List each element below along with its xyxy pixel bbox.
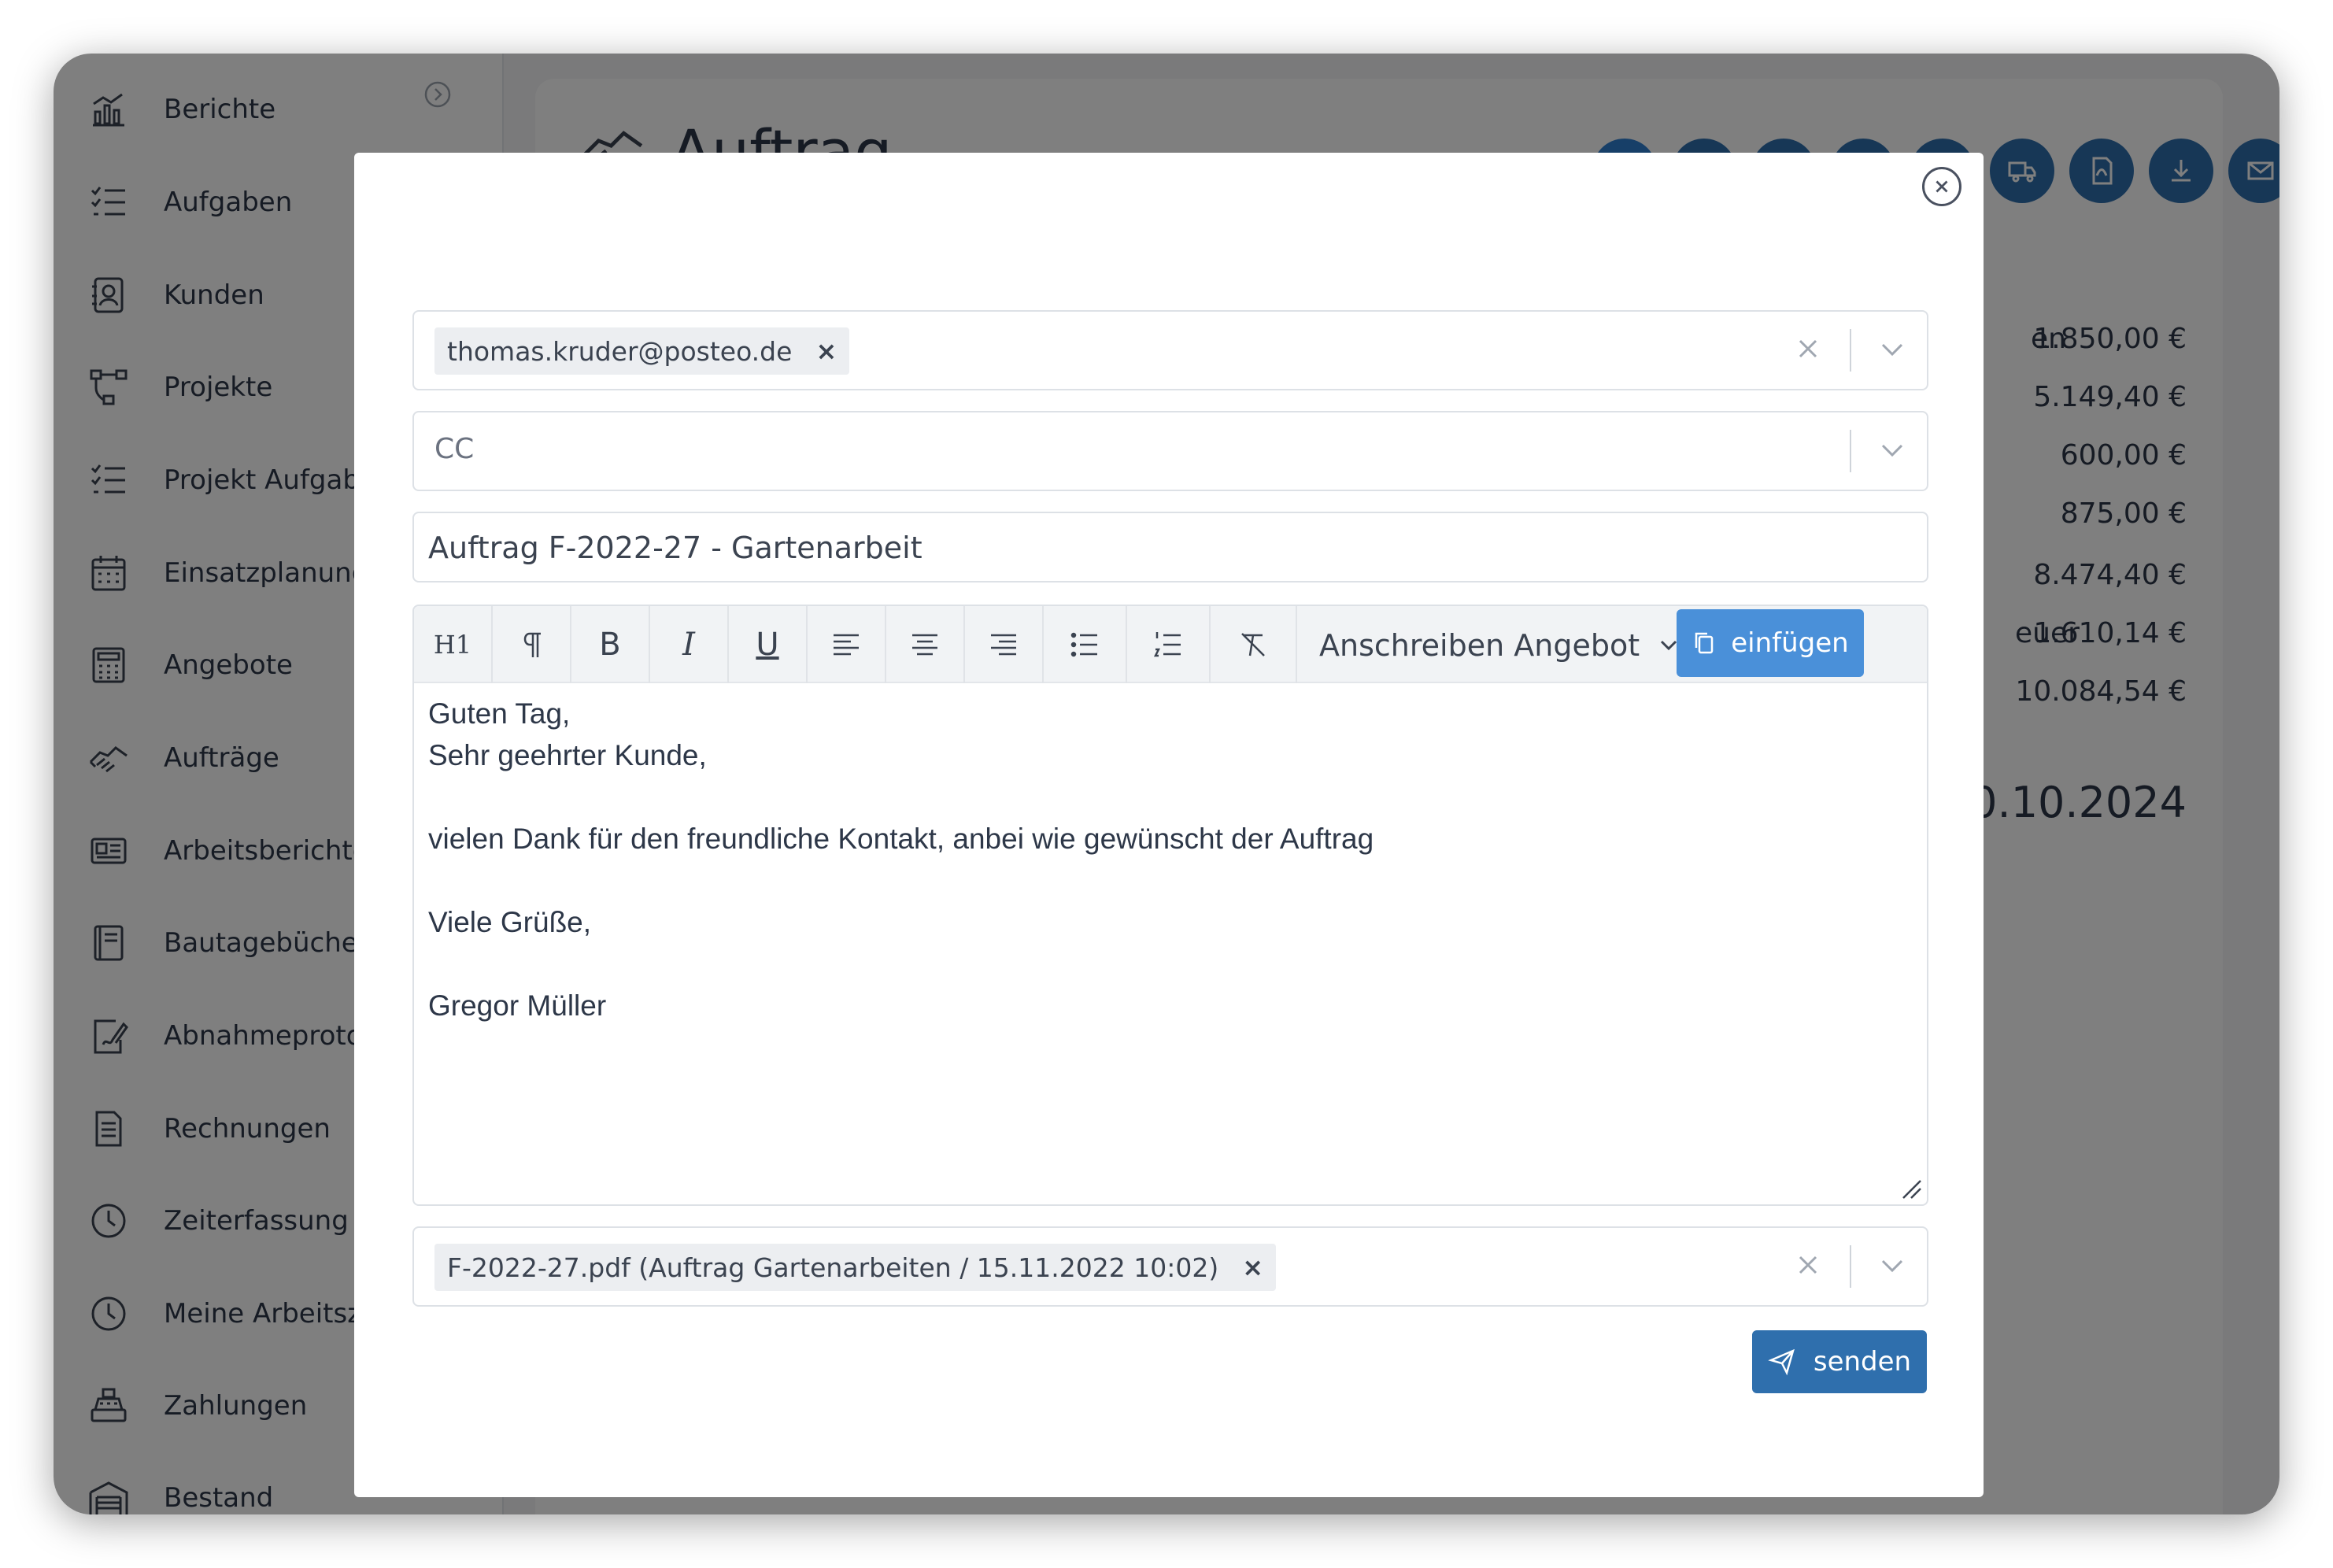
chevron-down-icon[interactable] [1878, 1256, 1906, 1275]
align-center-icon [912, 634, 937, 656]
body-line [428, 943, 1908, 985]
recipient-tag: thomas.kruder@posteo.de × [434, 327, 850, 375]
insert-template-label: einfügen [1731, 627, 1849, 659]
editor-toolbar: H1 B I U Anschreiben Angebot einfügen [414, 606, 1927, 683]
bold-button[interactable]: B [571, 606, 650, 683]
cc-select[interactable]: CC [412, 411, 1928, 491]
recipient-select[interactable]: thomas.kruder@posteo.de × [412, 310, 1928, 390]
bullet-list-icon [1070, 632, 1097, 657]
clear-icon[interactable] [1796, 1253, 1820, 1277]
resize-handle-icon[interactable] [1899, 1176, 1922, 1200]
align-right-icon [991, 634, 1016, 656]
body-line [428, 776, 1908, 818]
align-right-button[interactable] [965, 606, 1044, 683]
cc-placeholder: CC [434, 433, 475, 465]
clear-format-button[interactable] [1211, 606, 1297, 683]
remove-attachment-button[interactable]: × [1242, 1252, 1263, 1282]
attachment-tag-label: F-2022-27.pdf (Auftrag Gartenarbeiten / … [447, 1252, 1219, 1283]
body-line: Guten Tag, [428, 697, 571, 730]
body-line [428, 860, 1908, 901]
recipient-tag-label: thomas.kruder@posteo.de [447, 335, 793, 367]
body-line: vielen Dank für den freundliche Kontakt,… [428, 823, 1374, 855]
rich-text-editor[interactable]: H1 B I U Anschreiben Angebot einfügen Gu… [412, 605, 1928, 1206]
chevron-down-icon[interactable] [1878, 340, 1906, 359]
email-modal: thomas.kruder@posteo.de × CC Auftrag F-2… [354, 153, 1984, 1497]
attachment-tag: F-2022-27.pdf (Auftrag Gartenarbeiten / … [434, 1244, 1277, 1291]
subject-value: Auftrag F-2022-27 - Gartenarbeit [428, 531, 922, 565]
bold-icon: B [599, 627, 621, 663]
h1-label: H1 [433, 630, 472, 660]
template-select-label: Anschreiben Angebot [1319, 628, 1640, 663]
close-icon [1936, 180, 1948, 193]
clear-format-icon [1241, 633, 1265, 656]
paragraph-button[interactable] [493, 606, 571, 683]
close-button[interactable] [1922, 167, 1961, 206]
send-label: senden [1813, 1346, 1912, 1378]
pilcrow-icon [523, 632, 541, 657]
align-center-button[interactable] [886, 606, 965, 683]
insert-template-button[interactable]: einfügen [1677, 609, 1864, 677]
copy-icon [1695, 632, 1714, 654]
underline-icon: U [756, 627, 779, 663]
italic-icon: I [682, 627, 695, 663]
separator [1850, 430, 1851, 472]
attachment-select[interactable]: F-2022-27.pdf (Auftrag Gartenarbeiten / … [412, 1226, 1928, 1307]
template-select[interactable]: Anschreiben Angebot [1319, 623, 1679, 668]
bullet-list-button[interactable] [1044, 606, 1127, 683]
align-left-button[interactable] [808, 606, 886, 683]
remove-recipient-button[interactable]: × [815, 336, 837, 366]
separator [1850, 1245, 1851, 1288]
numbered-list-button[interactable] [1127, 606, 1211, 683]
underline-button[interactable]: U [729, 606, 808, 683]
editor-body[interactable]: Guten Tag, Sehr geehrter Kunde, vielen D… [428, 693, 1908, 1181]
numbered-list-icon [1153, 632, 1181, 657]
subject-input[interactable]: Auftrag F-2022-27 - Gartenarbeit [412, 512, 1928, 582]
paper-plane-icon [1768, 1348, 1795, 1376]
heading-button[interactable]: H1 [414, 606, 493, 683]
body-line: Gregor Müller [428, 989, 607, 1022]
send-button[interactable]: senden [1752, 1330, 1927, 1393]
body-line: Viele Grüße, [428, 906, 592, 938]
clear-icon[interactable] [1796, 337, 1820, 361]
app-window: Berichte Aufgaben Kunden Projekte Projek… [54, 54, 2279, 1514]
separator [1850, 329, 1851, 372]
chevron-down-icon[interactable] [1878, 441, 1906, 460]
body-line: Sehr geehrter Kunde, [428, 739, 707, 771]
italic-button[interactable]: I [650, 606, 729, 683]
align-left-icon [834, 634, 859, 656]
